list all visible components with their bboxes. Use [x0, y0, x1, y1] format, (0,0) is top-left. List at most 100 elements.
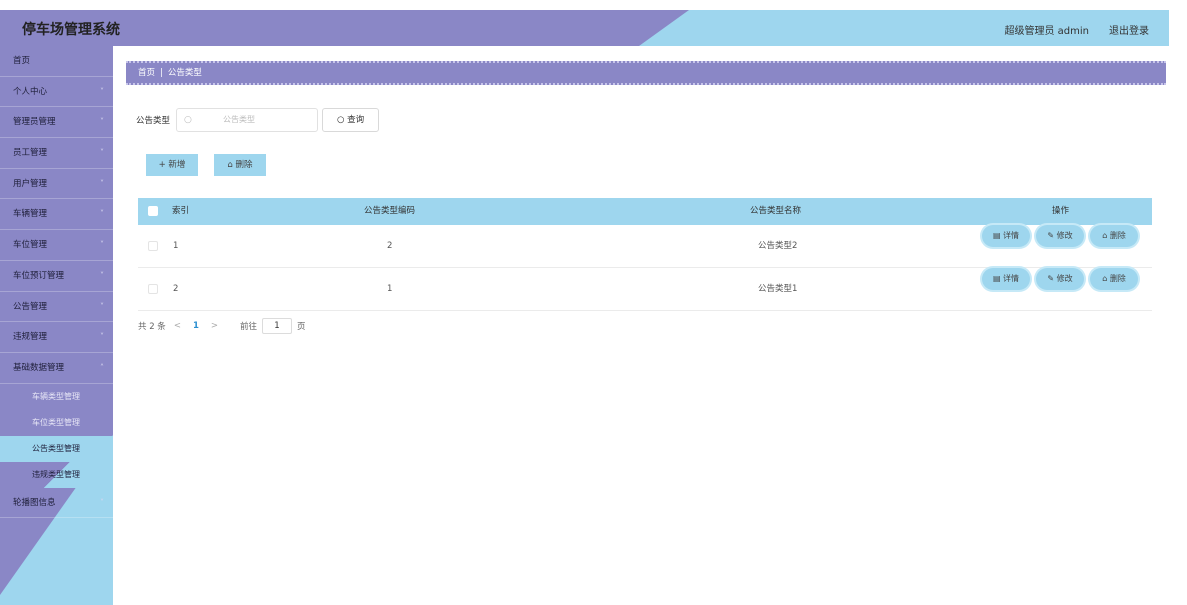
sidebar-item-label: 基础数据管理	[13, 362, 65, 373]
row-code: 1	[387, 284, 393, 294]
next-page-button[interactable]: >	[211, 321, 218, 331]
column-header-code: 公告类型编码	[364, 206, 416, 216]
notice-type-table: 索引 公告类型编码 公告类型名称 操作 1 2 公告类型2 ▤ 详情 ✎ 修改 …	[138, 198, 1152, 311]
sidebar-item-vehicles[interactable]: 车辆管理 ˅	[0, 199, 113, 231]
chevron-down-icon: ˅	[100, 240, 104, 250]
sidebar-item-profile[interactable]: 个人中心 ˅	[0, 77, 113, 108]
header-accent	[639, 10, 1169, 46]
sidebar-item-users[interactable]: 用户管理 ˅	[0, 169, 113, 200]
sidebar-item-home[interactable]: 首页	[0, 46, 113, 77]
add-button[interactable]: + 新增	[146, 154, 198, 176]
chevron-up-icon: ˄	[100, 362, 104, 372]
breadcrumb-current: 公告类型	[167, 68, 202, 78]
chevron-down-icon: ˅	[100, 497, 104, 507]
row-name: 公告类型2	[758, 241, 798, 251]
table-row: 1 2 公告类型2 ▤ 详情 ✎ 修改 ⌂ 删除	[138, 225, 1152, 268]
query-button[interactable]: ○ 查询	[322, 108, 380, 132]
breadcrumb-separator: |	[160, 68, 163, 78]
batch-delete-label: 删除	[235, 160, 253, 170]
sidebar-item-staff[interactable]: 员工管理 ˅	[0, 138, 113, 169]
detail-button[interactable]: ▤ 详情	[982, 225, 1030, 247]
document-icon: ▤	[992, 274, 1004, 283]
sidebar-subitem-vehicle-types[interactable]: 车辆类型管理	[0, 384, 113, 410]
select-all-checkbox[interactable]	[148, 206, 158, 216]
chevron-down-icon: ˅	[100, 86, 104, 96]
sidebar-item-label: 首页	[13, 56, 31, 66]
prev-page-button[interactable]: <	[174, 321, 181, 331]
page-suffix: 页	[297, 322, 306, 332]
search-bar: 公告类型 ○ 公告类型 ○ 查询	[136, 108, 380, 132]
edit-label: 修改	[1056, 274, 1073, 283]
detail-label: 详情	[1003, 231, 1020, 240]
sidebar-item-label: 轮播图信息	[13, 497, 56, 508]
trash-icon: ⌂	[1102, 274, 1110, 283]
edit-button[interactable]: ✎ 修改	[1036, 225, 1084, 247]
row-index: 2	[173, 284, 179, 294]
search-input[interactable]: ○ 公告类型	[176, 108, 319, 132]
row-name: 公告类型1	[758, 284, 798, 294]
sidebar-subitem-space-types[interactable]: 车位类型管理	[0, 410, 113, 436]
sidebar-item-base-data[interactable]: 基础数据管理 ˄	[0, 353, 113, 384]
sidebar-item-label: 违规管理	[13, 332, 48, 343]
breadcrumb: 首页 | 公告类型	[126, 61, 1166, 85]
chevron-down-icon: ˅	[100, 332, 104, 342]
current-page[interactable]: 1	[193, 321, 199, 331]
sidebar-item-spaces[interactable]: 车位管理 ˅	[0, 230, 113, 261]
batch-delete-button[interactable]: ⌂ 删除	[214, 154, 266, 176]
breadcrumb-home[interactable]: 首页	[138, 68, 155, 78]
edit-label: 修改	[1056, 231, 1073, 240]
top-header: 停车场管理系统 超级管理员 admin 退出登录	[0, 10, 1169, 46]
sidebar: 首页 个人中心 ˅ 管理员管理 ˅ 员工管理 ˅ 用户管理 ˅ 车辆管理 ˅ 车位管理 ˅ …	[0, 46, 113, 605]
search-icon: ○	[336, 115, 348, 125]
sidebar-subitem-notice-types[interactable]: 公告类型管理	[0, 435, 113, 462]
sidebar-item-label: 公告管理	[13, 301, 48, 312]
row-checkbox[interactable]	[148, 241, 158, 251]
edit-button[interactable]: ✎ 修改	[1036, 268, 1084, 290]
chevron-down-icon: ˅	[100, 270, 104, 280]
delete-label: 删除	[1109, 274, 1126, 283]
row-actions: ▤ 详情 ✎ 修改 ⌂ 删除	[982, 268, 1138, 290]
chevron-down-icon: ˅	[100, 209, 104, 219]
trash-icon: ⌂	[1102, 231, 1110, 240]
row-checkbox[interactable]	[148, 284, 158, 294]
edit-icon: ✎	[1047, 274, 1057, 283]
sidebar-item-notices[interactable]: 公告管理 ˅	[0, 292, 113, 323]
trash-icon: ⌂	[227, 160, 236, 170]
search-placeholder: 公告类型	[223, 115, 256, 124]
logout-link[interactable]: 退出登录	[1109, 22, 1149, 37]
query-label: 查询	[347, 115, 365, 125]
pagination: 共 2 条 < 1 > 前往 1 页	[138, 318, 306, 334]
sidebar-menu: 首页 个人中心 ˅ 管理员管理 ˅ 员工管理 ˅ 用户管理 ˅ 车辆管理 ˅ 车位管理 ˅ …	[0, 46, 113, 519]
table-header: 索引 公告类型编码 公告类型名称 操作	[138, 198, 1152, 225]
delete-button[interactable]: ⌂ 删除	[1090, 225, 1138, 247]
row-actions: ▤ 详情 ✎ 修改 ⌂ 删除	[982, 225, 1138, 247]
sidebar-item-label: 管理员管理	[13, 117, 56, 128]
sidebar-item-label: 车位管理	[13, 240, 48, 251]
sidebar-item-carousel[interactable]: 轮播图信息 ˅	[0, 488, 113, 519]
document-icon: ▤	[992, 231, 1004, 240]
chevron-down-icon: ˅	[100, 117, 104, 127]
sidebar-item-reservations[interactable]: 车位预订管理 ˅	[0, 261, 113, 292]
total-count: 共 2 条	[138, 322, 166, 332]
page-jump-input[interactable]: 1	[262, 318, 292, 334]
current-user: 超级管理员 admin	[1004, 26, 1089, 37]
chevron-down-icon: ˅	[100, 301, 104, 311]
app-title: 停车场管理系统	[22, 22, 120, 38]
sidebar-subitem-violation-types[interactable]: 违规类型管理	[0, 461, 113, 488]
row-code: 2	[387, 241, 393, 251]
goto-label: 前往	[239, 322, 257, 332]
delete-button[interactable]: ⌂ 删除	[1090, 268, 1138, 290]
column-header-index: 索引	[172, 206, 190, 216]
sidebar-item-admins[interactable]: 管理员管理 ˅	[0, 107, 113, 139]
edit-icon: ✎	[1047, 231, 1057, 240]
detail-label: 详情	[1003, 274, 1020, 283]
search-icon: ○	[184, 115, 192, 125]
table-row: 2 1 公告类型1 ▤ 详情 ✎ 修改 ⌂ 删除	[138, 268, 1152, 311]
sidebar-item-label: 个人中心	[13, 86, 48, 97]
detail-button[interactable]: ▤ 详情	[982, 268, 1030, 290]
row-index: 1	[173, 241, 179, 251]
search-label: 公告类型	[136, 116, 171, 126]
sidebar-item-violations[interactable]: 违规管理 ˅	[0, 322, 113, 353]
sidebar-item-label: 员工管理	[13, 148, 48, 159]
sidebar-item-label: 用户管理	[13, 178, 48, 189]
